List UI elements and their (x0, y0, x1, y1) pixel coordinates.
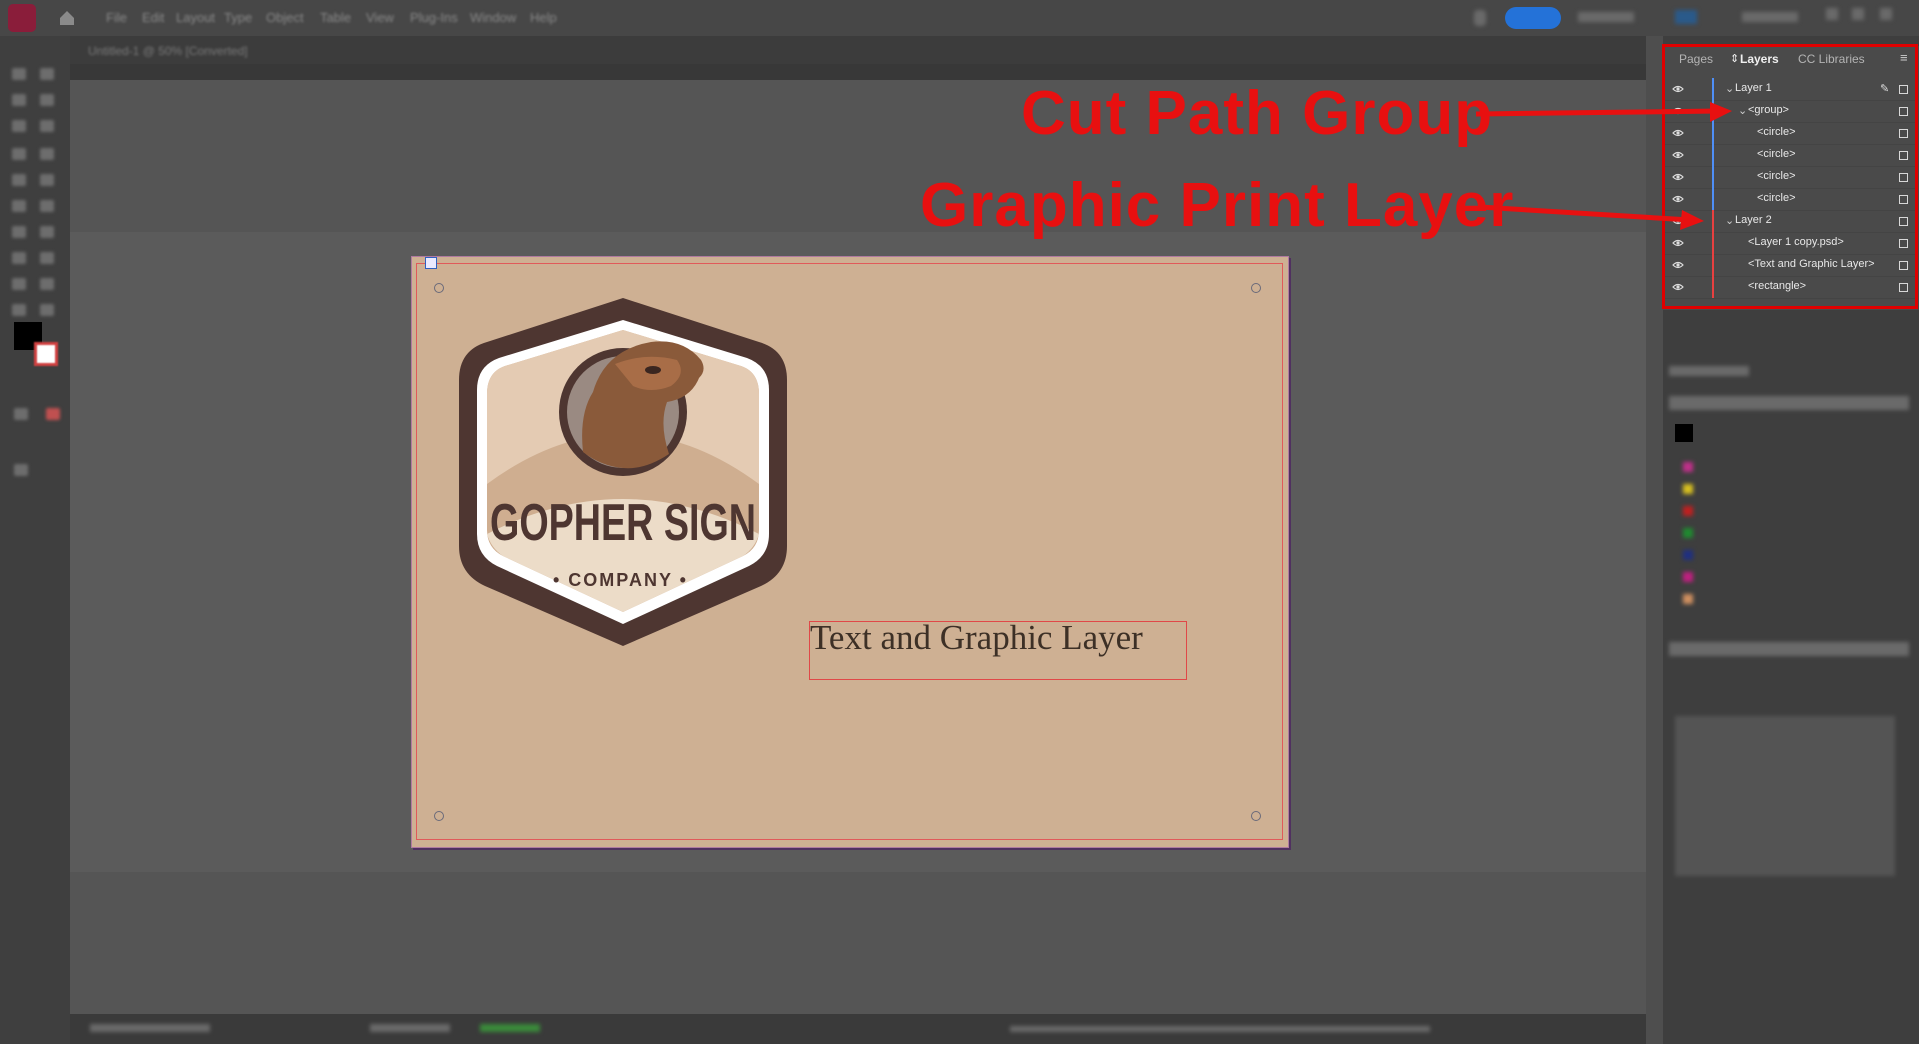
status-bar (70, 1014, 1646, 1044)
note-tool-icon[interactable] (12, 278, 26, 290)
gradient-tool-icon[interactable] (12, 252, 26, 264)
swatches-tabs[interactable] (1669, 396, 1909, 410)
text-frame[interactable]: Text and Graphic Layer (809, 618, 1187, 680)
free-transform-tool-icon[interactable] (40, 226, 54, 238)
home-icon[interactable] (58, 9, 76, 27)
line-tool-icon[interactable] (40, 148, 54, 160)
preflight-profile[interactable] (370, 1024, 450, 1032)
content-collector-icon[interactable] (12, 120, 26, 132)
menu-bar: File Edit Layout Type Object Table View … (0, 0, 1919, 36)
menu-window[interactable]: Window (470, 10, 516, 25)
menu-file[interactable]: File (106, 10, 127, 25)
swatch-pink[interactable] (1683, 572, 1693, 582)
cut-circle-marker (434, 283, 444, 293)
swatch-green[interactable] (1683, 528, 1693, 538)
workspace-switcher[interactable] (1578, 12, 1634, 22)
screen-mode-icon[interactable] (14, 464, 28, 476)
horizontal-scrollbar[interactable] (1010, 1026, 1430, 1032)
gopher-sign-logo[interactable] (455, 294, 791, 652)
swatch-red[interactable] (1683, 506, 1693, 516)
annotation-arrows (1475, 102, 1732, 230)
text-frame-content: Text and Graphic Layer (810, 618, 1143, 657)
page-tool-icon[interactable] (12, 94, 26, 106)
menu-view[interactable]: View (366, 10, 394, 25)
panel-title-blurred (1669, 366, 1749, 376)
menu-type[interactable]: Type (224, 10, 252, 25)
swatch-yellow[interactable] (1683, 484, 1693, 494)
properties-tabs[interactable] (1669, 642, 1909, 656)
content-placer-icon[interactable] (40, 120, 54, 132)
apply-none-icon[interactable] (46, 408, 60, 420)
menu-object[interactable]: Object (266, 10, 304, 25)
menu-layout[interactable]: Layout (176, 10, 215, 25)
logo-title: GOPHER SIGN (490, 494, 756, 552)
logo-subtitle: • COMPANY • (553, 570, 688, 590)
swatch-magenta[interactable] (1683, 462, 1693, 472)
gap-tool-icon[interactable] (40, 94, 54, 106)
menu-table[interactable]: Table (320, 10, 351, 25)
type-tool-icon[interactable] (12, 148, 26, 160)
selection-tool-icon[interactable] (12, 68, 26, 80)
rectangle-tool-icon[interactable] (40, 200, 54, 212)
pen-tool-icon[interactable] (12, 174, 26, 186)
document-tab-bar: Untitled-1 @ 50% [Converted] (70, 36, 1646, 64)
properties-content (1675, 716, 1895, 876)
stroke-swatch[interactable] (34, 342, 58, 366)
cut-circle-marker (1251, 283, 1261, 293)
rectangle-frame-tool-icon[interactable] (12, 200, 26, 212)
preflight-status[interactable] (480, 1024, 540, 1032)
close-icon[interactable] (1880, 8, 1892, 20)
scissors-tool-icon[interactable] (12, 226, 26, 238)
share-button[interactable] (1505, 7, 1561, 29)
apply-color-icon[interactable] (14, 408, 28, 420)
swatch-fill[interactable] (1675, 424, 1693, 442)
hand-tool-icon[interactable] (12, 304, 26, 316)
stock-search[interactable] (1742, 12, 1798, 22)
cut-circle-marker (1251, 811, 1261, 821)
zoom-field[interactable] (90, 1024, 210, 1032)
zoom-tool-icon[interactable] (40, 304, 54, 316)
annotation-graphic-print-layer: Graphic Print Layer (920, 171, 1515, 240)
app-logo-icon[interactable] (8, 4, 36, 32)
cut-circle-marker (434, 811, 444, 821)
menu-edit[interactable]: Edit (142, 10, 164, 25)
eyedropper-tool-icon[interactable] (40, 278, 54, 290)
logo-text-group: GOPHER SIGN (490, 494, 756, 552)
selection-handle-icon[interactable] (425, 257, 437, 269)
swatch-tan[interactable] (1683, 594, 1693, 604)
search-icon[interactable] (1675, 10, 1697, 24)
minimize-icon[interactable] (1826, 8, 1838, 20)
document-tab[interactable]: Untitled-1 @ 50% [Converted] (88, 44, 248, 58)
gradient-feather-tool-icon[interactable] (40, 252, 54, 264)
annotation-cut-path-group: Cut Path Group (1021, 79, 1494, 148)
swatch-blue[interactable] (1683, 550, 1693, 560)
mic-icon[interactable] (1474, 10, 1486, 26)
maximize-icon[interactable] (1852, 8, 1864, 20)
menu-plugins[interactable]: Plug-Ins (410, 10, 458, 25)
pencil-tool-icon[interactable] (40, 174, 54, 186)
tools-panel (0, 36, 70, 1044)
menu-help[interactable]: Help (530, 10, 557, 25)
direct-selection-tool-icon[interactable] (40, 68, 54, 80)
